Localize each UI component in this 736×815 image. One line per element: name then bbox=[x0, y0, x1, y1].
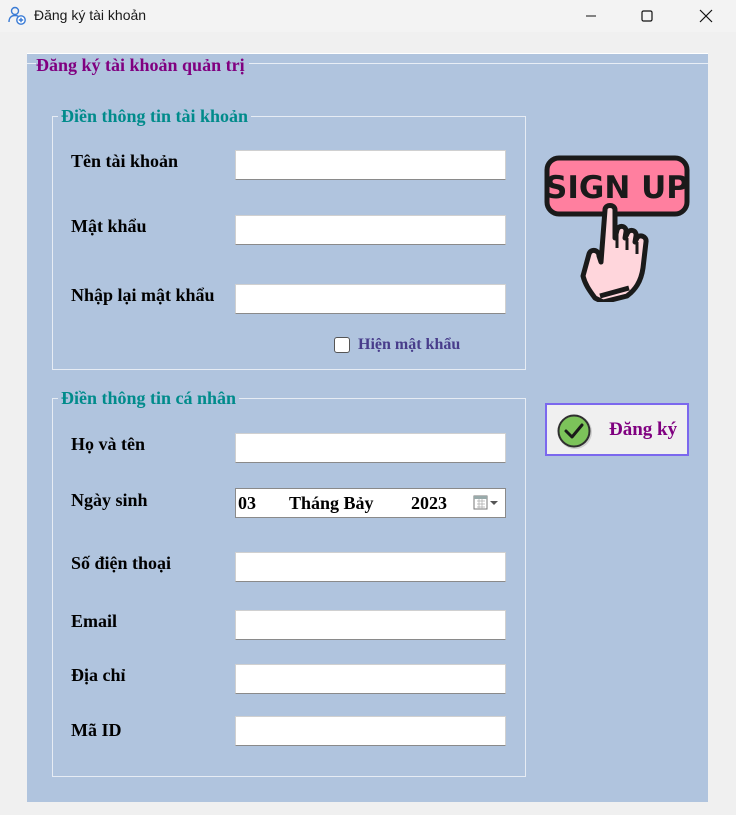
id-label: Mã ID bbox=[71, 720, 122, 740]
address-input[interactable] bbox=[235, 664, 506, 694]
personal-info-legend: Điền thông tin cá nhân bbox=[58, 388, 240, 409]
sign-up-hand-icon: SIGN UP bbox=[544, 155, 690, 302]
show-password-checkbox[interactable] bbox=[334, 337, 350, 353]
birthdate-year[interactable]: 2023 bbox=[411, 493, 447, 514]
show-password-toggle[interactable]: Hiện mật khẩu bbox=[334, 336, 460, 354]
check-circle-icon bbox=[557, 414, 592, 449]
fullname-label: Họ và tên bbox=[71, 434, 145, 454]
show-password-label[interactable]: Hiện mật khẩu bbox=[358, 336, 460, 354]
register-button-label: Đăng ký bbox=[609, 419, 678, 440]
password-label: Mật khẩu bbox=[71, 216, 147, 236]
username-label: Tên tài khoản bbox=[71, 151, 179, 171]
title-bar: Đăng ký tài khoản bbox=[0, 0, 736, 32]
birthdate-month[interactable]: Tháng Bảy bbox=[289, 493, 374, 514]
account-info-legend: Điền thông tin tài khoản bbox=[58, 106, 252, 127]
confirm-password-label: Nhập lại mật khẩu bbox=[71, 285, 215, 305]
birthdate-day[interactable]: 03 bbox=[238, 493, 256, 514]
address-label: Địa chỉ bbox=[71, 665, 126, 685]
maximize-icon bbox=[641, 10, 653, 22]
maximize-button[interactable] bbox=[624, 0, 670, 32]
minimize-button[interactable] bbox=[568, 0, 614, 32]
id-input[interactable] bbox=[235, 716, 506, 746]
password-input[interactable] bbox=[235, 215, 506, 245]
username-input[interactable] bbox=[235, 150, 506, 180]
sign-up-text: SIGN UP bbox=[545, 170, 689, 206]
form-title: Đăng ký tài khoản quản trị bbox=[36, 55, 249, 76]
birthdate-label: Ngày sinh bbox=[71, 490, 148, 510]
confirm-password-input[interactable] bbox=[235, 284, 506, 314]
calendar-dropdown-icon[interactable] bbox=[472, 493, 502, 513]
phone-input[interactable] bbox=[235, 552, 506, 582]
email-label: Email bbox=[71, 611, 118, 631]
phone-label: Số điện thoại bbox=[71, 553, 172, 573]
fullname-input[interactable] bbox=[235, 433, 506, 463]
minimize-icon bbox=[586, 15, 596, 17]
close-button[interactable] bbox=[683, 0, 729, 32]
email-input[interactable] bbox=[235, 610, 506, 640]
close-icon bbox=[699, 9, 713, 23]
window-title: Đăng ký tài khoản bbox=[34, 7, 147, 23]
birthdate-picker[interactable]: 03 Tháng Bảy 2023 bbox=[235, 488, 506, 518]
register-button[interactable]: Đăng ký bbox=[545, 403, 689, 456]
user-add-icon bbox=[8, 6, 26, 25]
